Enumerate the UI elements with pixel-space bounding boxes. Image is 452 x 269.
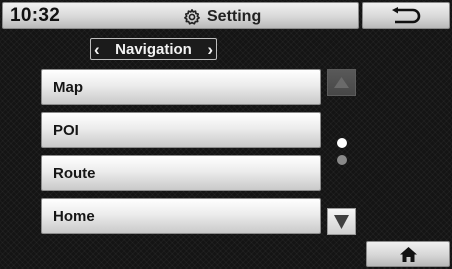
menu-item-label: Map xyxy=(53,78,83,96)
menu-item-home[interactable]: Home xyxy=(41,198,321,234)
menu-item-poi[interactable]: POI xyxy=(41,112,321,148)
triangle-down-icon xyxy=(334,214,349,229)
breadcrumb-label: Navigation xyxy=(115,40,192,58)
triangle-up-icon xyxy=(334,77,349,88)
menu-item-route[interactable]: Route xyxy=(41,155,321,191)
menu-item-map[interactable]: Map xyxy=(41,69,321,105)
clock-time: 10:32 xyxy=(10,5,61,26)
back-button[interactable] xyxy=(362,2,450,29)
scroll-down-button[interactable] xyxy=(327,208,356,235)
home-button[interactable] xyxy=(366,241,450,267)
breadcrumb: ‹ Navigation › xyxy=(90,38,217,60)
page-indicator-dot-active xyxy=(337,138,347,148)
status-bar: 10:32 Setting xyxy=(0,0,452,32)
scroll-up-button[interactable] xyxy=(327,69,356,96)
page-title: Setting xyxy=(183,6,261,28)
title-bar-panel: 10:32 Setting xyxy=(2,2,359,29)
menu-item-label: Home xyxy=(53,207,95,225)
gear-icon xyxy=(183,8,201,26)
menu-item-label: Route xyxy=(53,164,96,182)
menu-item-label: POI xyxy=(53,121,79,139)
chevron-right-icon[interactable]: › xyxy=(207,41,213,58)
return-arrow-icon xyxy=(389,6,423,25)
home-icon xyxy=(399,246,417,262)
page-title-text: Setting xyxy=(207,8,262,25)
chevron-left-icon[interactable]: ‹ xyxy=(94,41,100,58)
page-indicator-dot xyxy=(337,155,347,165)
